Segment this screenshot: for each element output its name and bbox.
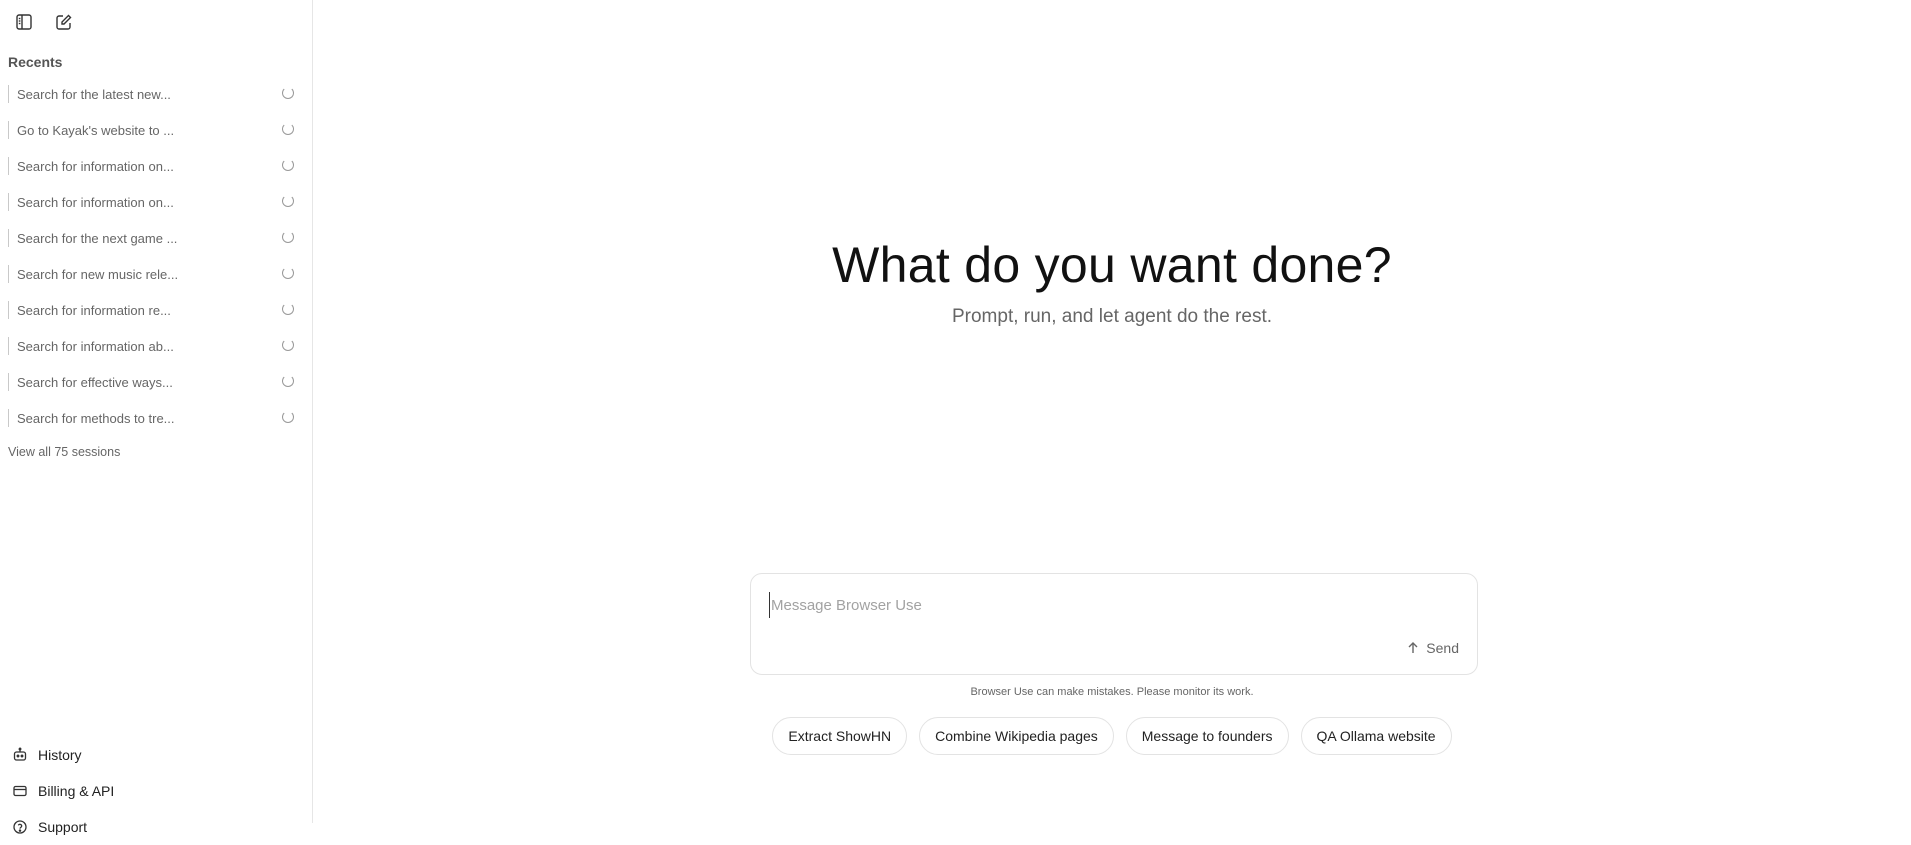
recent-session-item[interactable]: Search for information re... (0, 292, 313, 328)
disclaimer-text: Browser Use can make mistakes. Please mo… (970, 686, 1254, 698)
recent-session-item[interactable]: Search for information ab... (0, 328, 313, 364)
loading-spinner-icon (282, 159, 294, 171)
recent-session-item[interactable]: Search for the latest new... (0, 76, 313, 112)
billing-link[interactable]: Billing & API (12, 773, 292, 809)
message-input[interactable] (769, 592, 1453, 618)
item-indicator (8, 157, 9, 175)
recent-session-label: Search for information on... (17, 194, 174, 210)
item-indicator (8, 301, 9, 319)
recent-session-item[interactable]: Go to Kayak's website to ... (0, 112, 313, 148)
recent-session-label: Search for methods to tre... (17, 410, 175, 426)
suggestion-chip[interactable]: Combine Wikipedia pages (919, 717, 1114, 755)
edit-icon (56, 14, 72, 30)
recent-session-label: Search for information on... (17, 158, 174, 174)
message-composer: Send (750, 573, 1478, 675)
recent-session-item[interactable]: Search for the next game ... (0, 220, 313, 256)
support-label: Support (38, 819, 88, 835)
sidebar-toolbar (12, 10, 76, 34)
recent-session-item[interactable]: Search for information on... (0, 148, 313, 184)
view-all-sessions-link[interactable]: View all 75 sessions (8, 445, 120, 459)
credit-card-icon (13, 785, 27, 797)
history-label: History (38, 747, 82, 763)
recent-session-label: Search for information ab... (17, 338, 174, 354)
recent-session-label: Search for effective ways... (17, 374, 173, 390)
help-circle-icon (13, 820, 27, 834)
loading-spinner-icon (282, 375, 294, 387)
item-indicator (8, 409, 9, 427)
recent-session-item[interactable]: Search for methods to tre... (0, 400, 313, 436)
item-indicator (8, 373, 9, 391)
item-indicator (8, 121, 9, 139)
item-indicator (8, 85, 9, 103)
billing-label: Billing & API (38, 783, 115, 799)
recent-session-label: Go to Kayak's website to ... (17, 122, 175, 138)
item-indicator (8, 229, 9, 247)
send-button[interactable]: Send (1406, 640, 1459, 656)
history-link[interactable]: History (12, 737, 292, 773)
item-indicator (8, 193, 9, 211)
item-indicator (8, 265, 9, 283)
recent-session-label: Search for the latest new... (17, 86, 171, 102)
page-subtitle: Prompt, run, and let agent do the rest. (951, 306, 1273, 327)
recent-session-label: Search for information re... (17, 302, 171, 318)
recent-session-item[interactable]: Search for information on... (0, 184, 313, 220)
loading-spinner-icon (282, 87, 294, 99)
recents-list: Search for the latest new... Go to Kayak… (0, 76, 313, 436)
recents-heading: Recents (8, 54, 63, 70)
arrow-up-icon (1408, 642, 1418, 653)
recent-session-item[interactable]: Search for new music rele... (0, 256, 313, 292)
sidebar-bottom-nav: History Billing & API Support (12, 737, 292, 845)
sidebar: Recents Search for the latest new... Go … (0, 0, 313, 835)
loading-spinner-icon (282, 267, 294, 279)
sidebar-toggle-button[interactable] (12, 10, 36, 34)
send-label: Send (1426, 640, 1459, 656)
loading-spinner-icon (282, 231, 294, 243)
new-session-button[interactable] (52, 10, 76, 34)
loading-spinner-icon (282, 303, 294, 315)
loading-spinner-icon (282, 123, 294, 135)
suggestion-chip[interactable]: QA Ollama website (1300, 717, 1452, 755)
loading-spinner-icon (282, 411, 294, 423)
item-indicator (8, 337, 9, 355)
loading-spinner-icon (282, 339, 294, 351)
recent-session-label: Search for new music rele... (17, 266, 179, 282)
robot-icon (13, 747, 27, 761)
main-panel: What do you want done? Prompt, run, and … (313, 0, 1911, 823)
recent-session-item[interactable]: Search for effective ways... (0, 364, 313, 400)
suggestion-chips: Extract ShowHN Combine Wikipedia pages M… (313, 717, 1911, 755)
sidebar-toggle-icon (16, 14, 32, 30)
suggestion-chip[interactable]: Extract ShowHN (772, 717, 908, 755)
support-link[interactable]: Support (12, 809, 292, 845)
suggestion-chip[interactable]: Message to founders (1125, 717, 1289, 755)
loading-spinner-icon (282, 195, 294, 207)
recent-session-label: Search for the next game ... (17, 230, 178, 246)
page-title: What do you want done? (832, 237, 1392, 293)
